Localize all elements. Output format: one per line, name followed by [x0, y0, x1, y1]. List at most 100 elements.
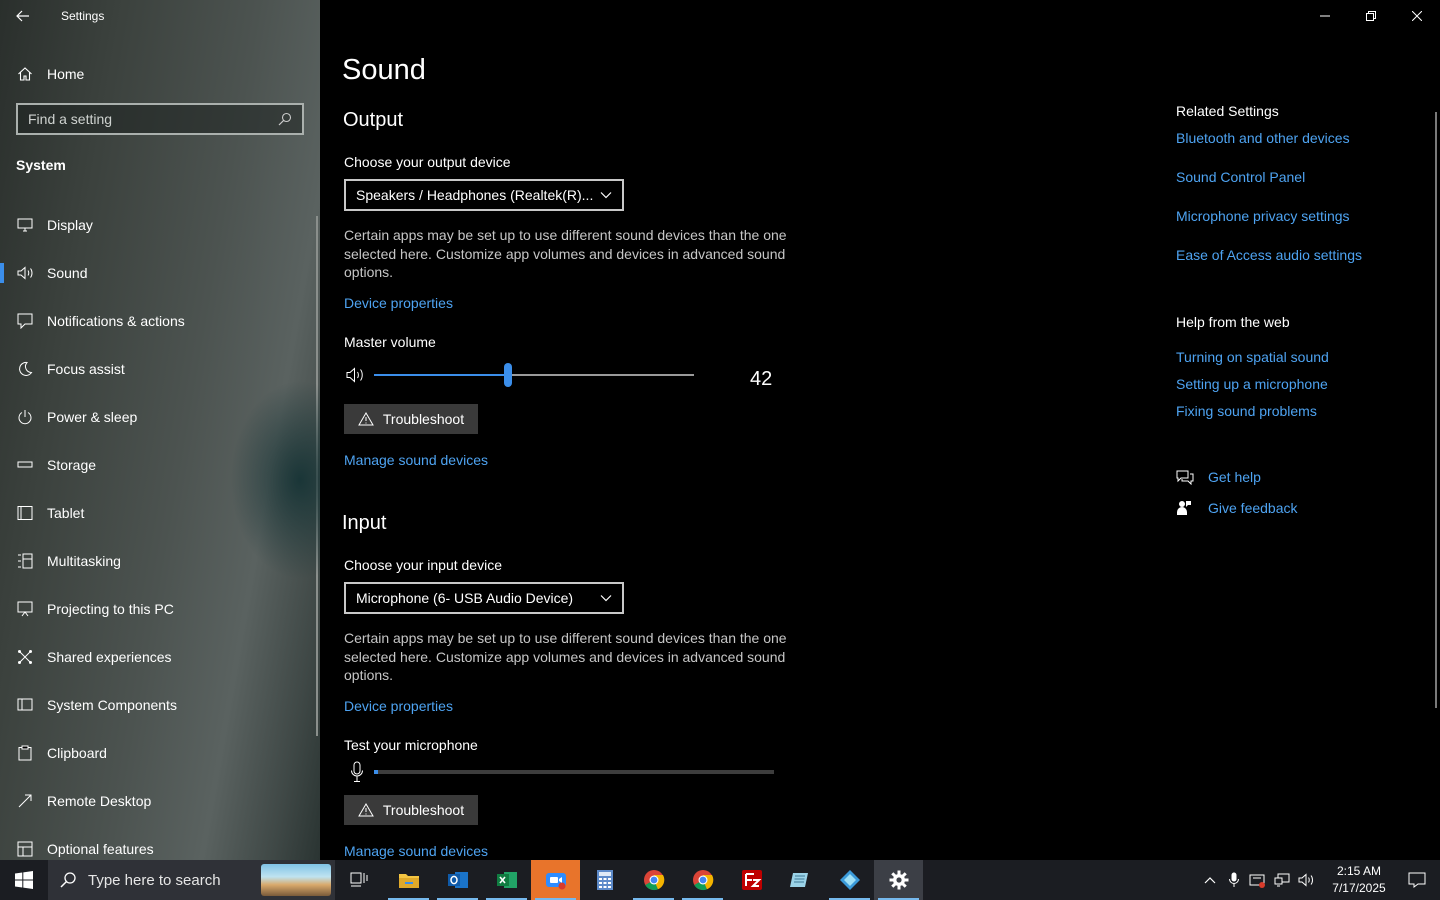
remote-desktop-icon: [18, 794, 32, 808]
speaker-icon[interactable]: [346, 367, 365, 383]
get-help-label: Get help: [1208, 469, 1261, 485]
input-troubleshoot-button[interactable]: Troubleshoot: [344, 795, 478, 825]
input-heading: Input: [342, 512, 387, 534]
minimize-button[interactable]: [1302, 0, 1348, 32]
sidebar-scrollbar[interactable]: [316, 216, 318, 736]
taskbar-file-explorer[interactable]: [384, 860, 433, 900]
sidebar-item-label: Shared experiences: [47, 649, 172, 665]
microphone-icon: [1229, 872, 1239, 887]
sidebar-item-remote-desktop[interactable]: Remote Desktop: [0, 777, 320, 825]
sidebar-item-clipboard[interactable]: Clipboard: [0, 729, 320, 777]
sidebar-item-optional-features[interactable]: Optional features: [0, 825, 320, 860]
taskbar-clock[interactable]: 2:15 AM 7/17/2025: [1324, 863, 1394, 897]
master-volume-row: [344, 363, 784, 388]
taskbar-calculator[interactable]: [580, 860, 629, 900]
give-feedback-link[interactable]: Give feedback: [1176, 500, 1298, 516]
restore-button[interactable]: [1348, 0, 1394, 32]
sidebar-item-power-sleep[interactable]: Power & sleep: [0, 393, 320, 441]
chevron-down-icon: [600, 595, 612, 602]
output-manage-devices-link[interactable]: Manage sound devices: [344, 452, 488, 468]
bluetooth-devices-link[interactable]: Bluetooth and other devices: [1176, 130, 1350, 146]
sidebar-item-system-components[interactable]: System Components: [0, 681, 320, 729]
sidebar-item-label: System Components: [47, 697, 177, 713]
show-hidden-icons-button[interactable]: [1198, 860, 1222, 900]
windows-logo-icon: [15, 871, 33, 889]
output-description: Certain apps may be set up to use differ…: [344, 227, 787, 280]
fixing-sound-link[interactable]: Fixing sound problems: [1176, 403, 1317, 419]
optional-features-icon: [17, 841, 33, 857]
sidebar-item-notifications[interactable]: Notifications & actions: [0, 297, 320, 345]
minimize-icon: [1320, 15, 1330, 17]
master-volume-thumb[interactable]: [504, 363, 513, 387]
start-button[interactable]: [0, 860, 48, 900]
microphone-level-meter: [374, 770, 774, 774]
page-title: Sound: [342, 54, 426, 86]
sidebar-item-projecting[interactable]: Projecting to this PC: [0, 585, 320, 633]
taskbar-search-input[interactable]: [88, 871, 238, 889]
close-button[interactable]: [1394, 0, 1440, 32]
get-help-link[interactable]: Get help: [1176, 469, 1261, 485]
outlook-icon: [447, 872, 468, 888]
taskbar-settings[interactable]: [874, 860, 923, 900]
troubleshoot-label: Troubleshoot: [382, 802, 465, 818]
taskbar-zoom[interactable]: [531, 860, 580, 900]
sidebar-item-label: Tablet: [47, 505, 85, 521]
chevron-up-icon: [1204, 877, 1216, 884]
microphone-privacy-link[interactable]: Microphone privacy settings: [1176, 208, 1350, 224]
find-setting-input[interactable]: [28, 111, 268, 127]
output-heading: Output: [343, 109, 404, 131]
master-volume-slider[interactable]: [374, 363, 694, 387]
sidebar-item-label: Clipboard: [47, 745, 107, 761]
sidebar-item-label: Optional features: [47, 841, 154, 857]
input-manage-devices-link[interactable]: Manage sound devices: [344, 843, 488, 859]
ease-of-access-audio-link[interactable]: Ease of Access audio settings: [1176, 247, 1362, 263]
taskbar-filezilla[interactable]: [727, 860, 776, 900]
sidebar-item-tablet[interactable]: Tablet: [0, 489, 320, 537]
sound-control-panel-link[interactable]: Sound Control Panel: [1176, 169, 1305, 185]
sidebar-item-display[interactable]: Display: [0, 201, 320, 249]
sidebar-item-home[interactable]: Home: [0, 56, 320, 92]
clock-date: 7/17/2025: [1332, 881, 1386, 895]
taskbar-chrome-1[interactable]: [629, 860, 678, 900]
back-button[interactable]: [0, 0, 46, 32]
meet-now-icon: [1249, 874, 1265, 888]
sidebar-item-focus-assist[interactable]: Focus assist: [0, 345, 320, 393]
taskbar-excel[interactable]: [482, 860, 531, 900]
filezilla-icon: [741, 870, 762, 890]
taskbar-chrome-2[interactable]: [678, 860, 727, 900]
output-troubleshoot-button[interactable]: Troubleshoot: [344, 404, 478, 434]
output-device-properties-link[interactable]: Device properties: [344, 295, 453, 311]
search-icon[interactable]: [278, 112, 292, 126]
taskbar-apps: [335, 860, 923, 900]
file-explorer-icon: [398, 874, 419, 888]
task-view-button[interactable]: [335, 860, 384, 900]
taskbar-app-diamond[interactable]: [825, 860, 874, 900]
taskbar-search-box[interactable]: [48, 860, 335, 900]
taskbar-notepad[interactable]: [776, 860, 825, 900]
restore-icon: [1366, 11, 1376, 21]
speaker-icon: [17, 266, 32, 280]
chat-help-icon: [1176, 470, 1194, 485]
setting-up-microphone-link[interactable]: Setting up a microphone: [1176, 376, 1328, 392]
sidebar-item-sound[interactable]: Sound: [0, 249, 320, 297]
input-device-dropdown[interactable]: Microphone (6- USB Audio Device): [344, 582, 624, 614]
tray-volume[interactable]: [1294, 860, 1318, 900]
tray-microphone[interactable]: [1222, 860, 1246, 900]
action-center-button[interactable]: [1394, 860, 1440, 900]
output-device-dropdown[interactable]: Speakers / Headphones (Realtek(R)...: [344, 179, 624, 211]
window-controls: [1302, 0, 1440, 32]
sidebar-item-storage[interactable]: Storage: [0, 441, 320, 489]
notification-icon: [17, 313, 33, 329]
tray-network[interactable]: [1270, 860, 1294, 900]
network-icon: [1274, 873, 1290, 887]
sidebar-item-multitasking[interactable]: Multitasking: [0, 537, 320, 585]
main-scrollbar[interactable]: [1435, 112, 1437, 708]
shared-icon: [18, 650, 32, 664]
spatial-sound-link[interactable]: Turning on spatial sound: [1176, 349, 1329, 365]
tray-meet-now[interactable]: [1246, 860, 1270, 900]
search-highlight-image[interactable]: [261, 864, 331, 896]
input-device-properties-link[interactable]: Device properties: [344, 698, 453, 714]
chrome-icon: [643, 870, 664, 891]
taskbar-outlook[interactable]: [433, 860, 482, 900]
sidebar-item-shared-experiences[interactable]: Shared experiences: [0, 633, 320, 681]
